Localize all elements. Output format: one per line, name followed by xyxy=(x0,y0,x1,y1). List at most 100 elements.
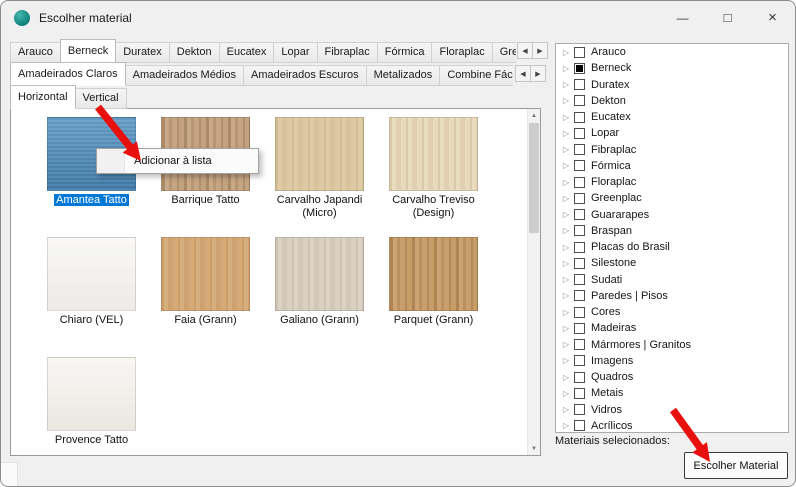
expand-arrow-icon[interactable]: ▷ xyxy=(560,226,572,235)
maximize-button[interactable]: □ xyxy=(705,1,750,34)
expand-arrow-icon[interactable]: ▷ xyxy=(560,48,572,57)
tab-brand-duratex[interactable]: Duratex xyxy=(115,42,170,63)
tree-item-madeiras[interactable]: ▷Madeiras xyxy=(556,320,788,336)
expand-arrow-icon[interactable]: ▷ xyxy=(560,161,572,170)
tree-item-marmores-granitos[interactable]: ▷Mármores | Granitos xyxy=(556,337,788,353)
expand-arrow-icon[interactable]: ▷ xyxy=(560,259,572,268)
tree-item-acrilicos[interactable]: ▷Acrílicos xyxy=(556,418,788,433)
checkbox-duratex[interactable] xyxy=(574,79,585,90)
expand-arrow-icon[interactable]: ▷ xyxy=(560,275,572,284)
checkbox-lopar[interactable] xyxy=(574,128,585,139)
checkbox-greenplac[interactable] xyxy=(574,193,585,204)
tab-brand-fibraplac[interactable]: Fibraplac xyxy=(317,42,378,63)
checkbox-placas-do-brasil[interactable] xyxy=(574,242,585,253)
tree-item-cores[interactable]: ▷Cores xyxy=(556,304,788,320)
choose-material-button[interactable]: Escolher Material xyxy=(684,452,788,479)
checkbox-quadros[interactable] xyxy=(574,372,585,383)
swatch-chiaro-vel[interactable]: Chiaro (VEL) xyxy=(47,237,136,342)
expand-arrow-icon[interactable]: ▷ xyxy=(560,405,572,414)
tab-brand-lopar[interactable]: Lopar xyxy=(273,42,317,63)
expand-arrow-icon[interactable]: ▷ xyxy=(560,340,572,349)
category-tabs-scroll-left-button[interactable]: ◀ xyxy=(515,65,531,82)
tab-orientation-horizontal[interactable]: Horizontal xyxy=(10,85,76,109)
brand-tabs-scroll-left-button[interactable]: ◀ xyxy=(517,42,533,59)
tree-item-guararapes[interactable]: ▷Guararapes xyxy=(556,207,788,223)
scrollbar-thumb[interactable] xyxy=(529,123,539,233)
checkbox-arauco[interactable] xyxy=(574,47,585,58)
tree-item-sudati[interactable]: ▷Sudati xyxy=(556,272,788,288)
tab-brand-floraplac[interactable]: Floraplac xyxy=(431,42,492,63)
checkbox-formica[interactable] xyxy=(574,160,585,171)
checkbox-berneck[interactable] xyxy=(574,63,585,74)
tree-item-duratex[interactable]: ▷Duratex xyxy=(556,77,788,93)
checkbox-guararapes[interactable] xyxy=(574,209,585,220)
vertical-scrollbar[interactable]: ▲ ▼ xyxy=(527,109,540,455)
tree-item-quadros[interactable]: ▷Quadros xyxy=(556,369,788,385)
checkbox-fibraplac[interactable] xyxy=(574,144,585,155)
tree-item-metais[interactable]: ▷Metais xyxy=(556,385,788,401)
tree-item-fibraplac[interactable]: ▷Fibraplac xyxy=(556,142,788,158)
expand-arrow-icon[interactable]: ▷ xyxy=(560,210,572,219)
checkbox-acrilicos[interactable] xyxy=(574,420,585,431)
brand-tabs-scroll-right-button[interactable]: ▶ xyxy=(532,42,548,59)
category-tabs-scroll-right-button[interactable]: ▶ xyxy=(530,65,546,82)
scrollbar-up-icon[interactable]: ▲ xyxy=(528,109,540,122)
minimize-button[interactable]: — xyxy=(660,1,705,34)
expand-arrow-icon[interactable]: ▷ xyxy=(560,356,572,365)
swatch-parquet-grann[interactable]: Parquet (Grann) xyxy=(389,237,478,342)
expand-arrow-icon[interactable]: ▷ xyxy=(560,291,572,300)
checkbox-madeiras[interactable] xyxy=(574,323,585,334)
tree-item-silestone[interactable]: ▷Silestone xyxy=(556,255,788,271)
tree-item-dekton[interactable]: ▷Dekton xyxy=(556,93,788,109)
tree-item-eucatex[interactable]: ▷Eucatex xyxy=(556,109,788,125)
swatch-carvalho-treviso-design[interactable]: Carvalho Treviso (Design) xyxy=(389,117,478,222)
expand-arrow-icon[interactable]: ▷ xyxy=(560,308,572,317)
tab-brand-arauco[interactable]: Arauco xyxy=(10,42,61,63)
checkbox-vidros[interactable] xyxy=(574,404,585,415)
swatch-faia-grann[interactable]: Faia (Grann) xyxy=(161,237,250,342)
checkbox-imagens[interactable] xyxy=(574,355,585,366)
tab-orientation-vertical[interactable]: Vertical xyxy=(75,88,127,109)
expand-arrow-icon[interactable]: ▷ xyxy=(560,389,572,398)
expand-arrow-icon[interactable]: ▷ xyxy=(560,194,572,203)
expand-arrow-icon[interactable]: ▷ xyxy=(560,129,572,138)
checkbox-marmores-granitos[interactable] xyxy=(574,339,585,350)
tab-brand-eucatex[interactable]: Eucatex xyxy=(219,42,275,63)
tab-category-amadeirados-medios[interactable]: Amadeirados Médios xyxy=(125,65,244,86)
tab-category-metalizados[interactable]: Metalizados xyxy=(366,65,441,86)
expand-arrow-icon[interactable]: ▷ xyxy=(560,96,572,105)
checkbox-paredes-pisos[interactable] xyxy=(574,290,585,301)
menu-item-adicionar-a-lista[interactable]: Adicionar à lista xyxy=(97,149,258,173)
swatch-galiano-grann[interactable]: Galiano (Grann) xyxy=(275,237,364,342)
checkbox-cores[interactable] xyxy=(574,307,585,318)
checkbox-eucatex[interactable] xyxy=(574,112,585,123)
checkbox-sudati[interactable] xyxy=(574,274,585,285)
checkbox-metais[interactable] xyxy=(574,388,585,399)
close-button[interactable]: × xyxy=(750,1,795,34)
tree-item-floraplac[interactable]: ▷Floraplac xyxy=(556,174,788,190)
checkbox-dekton[interactable] xyxy=(574,95,585,106)
tree-item-placas-do-brasil[interactable]: ▷Placas do Brasil xyxy=(556,239,788,255)
tab-brand-formica[interactable]: Fórmica xyxy=(377,42,433,63)
swatch-provence-tatto[interactable]: Provence Tatto xyxy=(47,357,136,455)
tab-brand-berneck[interactable]: Berneck xyxy=(60,39,116,63)
tree-item-imagens[interactable]: ▷Imagens xyxy=(556,353,788,369)
tab-brand-greenplac[interactable]: Greenplac xyxy=(492,42,516,63)
expand-arrow-icon[interactable]: ▷ xyxy=(560,80,572,89)
tree-item-berneck[interactable]: ▷Berneck xyxy=(556,60,788,76)
tree-item-lopar[interactable]: ▷Lopar xyxy=(556,125,788,141)
scrollbar-down-icon[interactable]: ▼ xyxy=(528,442,540,455)
expand-arrow-icon[interactable]: ▷ xyxy=(560,64,572,73)
tab-category-amadeirados-escuros[interactable]: Amadeirados Escuros xyxy=(243,65,367,86)
tree-item-braspan[interactable]: ▷Braspan xyxy=(556,223,788,239)
expand-arrow-icon[interactable]: ▷ xyxy=(560,113,572,122)
tree-item-formica[interactable]: ▷Fórmica xyxy=(556,158,788,174)
tab-category-combine-facil[interactable]: Combine Fácil xyxy=(439,65,513,86)
checkbox-braspan[interactable] xyxy=(574,225,585,236)
swatch-carvalho-japandi-micro[interactable]: Carvalho Japandi (Micro) xyxy=(275,117,364,222)
expand-arrow-icon[interactable]: ▷ xyxy=(560,421,572,430)
tree-item-greenplac[interactable]: ▷Greenplac xyxy=(556,190,788,206)
tab-category-amadeirados-claros[interactable]: Amadeirados Claros xyxy=(10,62,126,86)
expand-arrow-icon[interactable]: ▷ xyxy=(560,145,572,154)
tree-item-paredes-pisos[interactable]: ▷Paredes | Pisos xyxy=(556,288,788,304)
